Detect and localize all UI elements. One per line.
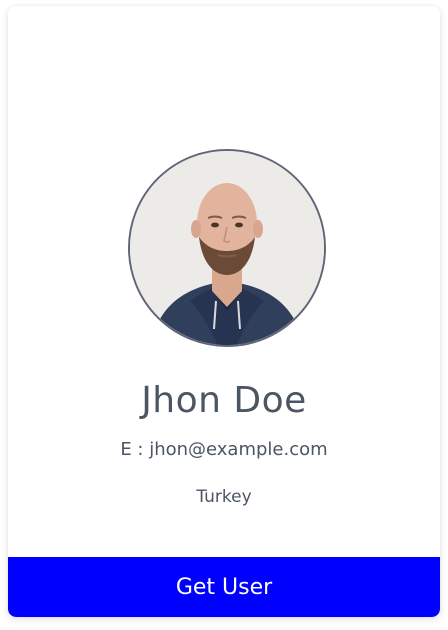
profile-card: Jhon Doe E : jhon@example.com Turkey Get… [8, 6, 440, 617]
profile-photo [130, 151, 324, 345]
user-email: E : jhon@example.com [120, 439, 328, 460]
avatar [128, 149, 326, 347]
user-country: Turkey [196, 487, 252, 507]
user-name: Jhon Doe [141, 380, 307, 421]
get-user-button[interactable]: Get User [8, 557, 440, 617]
